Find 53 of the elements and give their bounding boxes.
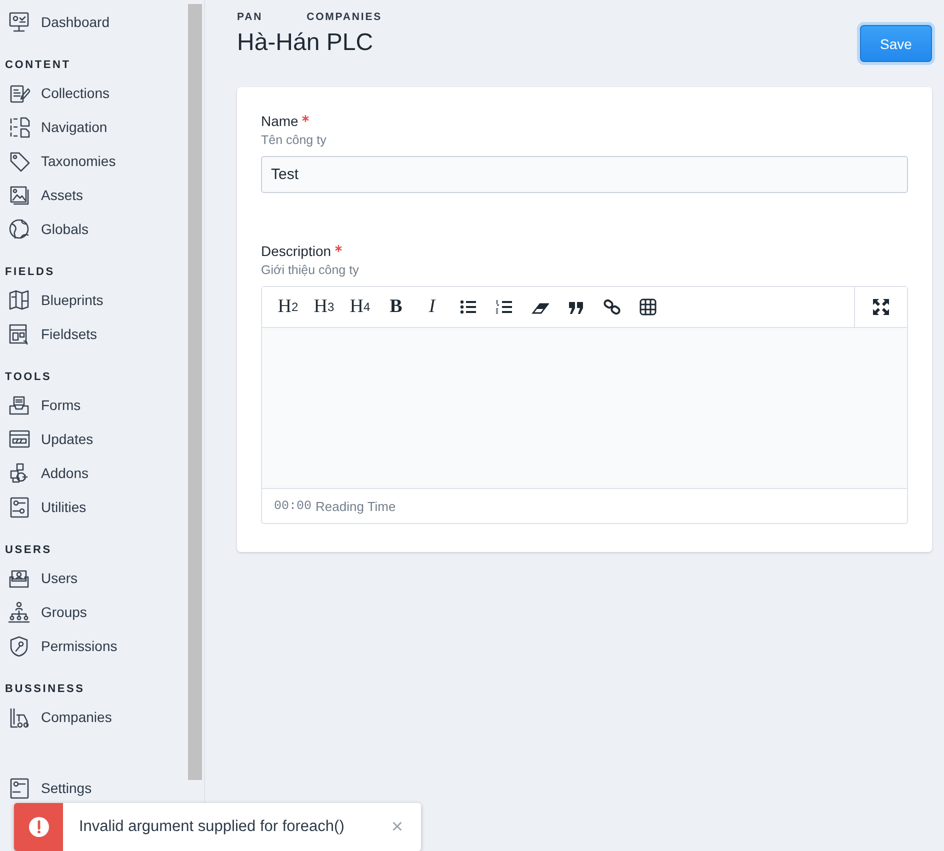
- nav-item[interactable]: Blueprints: [0, 283, 188, 317]
- map-icon: [8, 289, 30, 311]
- nav-item[interactable]: Settings: [0, 771, 188, 805]
- nav-item[interactable]: Companies: [0, 700, 188, 734]
- page-title: Hà-Hán PLC: [237, 29, 374, 57]
- nav-item[interactable]: Taxonomies: [0, 144, 188, 178]
- nav-item[interactable]: Globals: [0, 212, 188, 246]
- reading-time: 00:00: [274, 499, 312, 513]
- cubes-icon: [8, 462, 30, 484]
- tag-icon: [8, 150, 30, 172]
- scrollbar-thumb[interactable]: [188, 4, 202, 780]
- nav-item[interactable]: Fieldsets: [0, 317, 188, 351]
- field-label: Name: [261, 113, 908, 129]
- field-instructions: Tên công ty: [261, 133, 328, 147]
- nav-item[interactable]: Permissions: [0, 629, 188, 663]
- toast-message: Invalid argument supplied for foreach(): [79, 818, 346, 836]
- field-instructions: Giới thiệu công ty: [261, 263, 360, 277]
- nav-item[interactable]: Groups: [0, 595, 188, 629]
- settings-panel-icon: [8, 777, 30, 799]
- section-heading: FIELDS: [4, 265, 56, 280]
- breadcrumb-link[interactable]: PAN: [237, 11, 263, 23]
- dashed-pages-icon: [8, 116, 30, 138]
- reading-time-label: Reading Time: [316, 498, 396, 514]
- sliders-icon: [8, 496, 30, 518]
- forklift-icon: [8, 706, 30, 728]
- image-icon: [8, 184, 30, 206]
- nav-item[interactable]: Utilities: [0, 490, 188, 524]
- section-heading: USERS: [4, 543, 53, 558]
- nav-item[interactable]: Users: [0, 561, 188, 595]
- shield-key-icon: [8, 635, 30, 657]
- layout-icon: [8, 323, 30, 345]
- field-label: Description: [261, 243, 908, 259]
- alert-icon: [28, 817, 48, 837]
- text-input[interactable]: Test: [261, 156, 908, 193]
- section-heading: CONTENT: [4, 58, 72, 73]
- window-icon: [8, 428, 30, 450]
- breadcrumb-link[interactable]: COMPANIES: [306, 11, 382, 23]
- globe-icon: [8, 218, 30, 240]
- nav-item[interactable]: Updates: [0, 422, 188, 456]
- nav-item[interactable]: Dashboard: [0, 5, 188, 39]
- inbox-icon: [8, 394, 30, 416]
- monitor-icon: [8, 11, 30, 33]
- nav-item[interactable]: Addons: [0, 456, 188, 490]
- toolbar-button[interactable]: I: [414, 287, 450, 327]
- section-heading: BUSSINESS: [4, 682, 86, 697]
- nav-item[interactable]: Navigation: [0, 110, 188, 144]
- expand-icon: [872, 298, 890, 316]
- people-tree-icon: [8, 601, 30, 623]
- section-heading: TOOLS: [4, 370, 53, 385]
- toolbar-button[interactable]: B: [378, 287, 414, 327]
- nav-item[interactable]: Forms: [0, 388, 188, 422]
- nav-item[interactable]: Collections: [0, 76, 188, 110]
- nav-item[interactable]: Assets: [0, 178, 188, 212]
